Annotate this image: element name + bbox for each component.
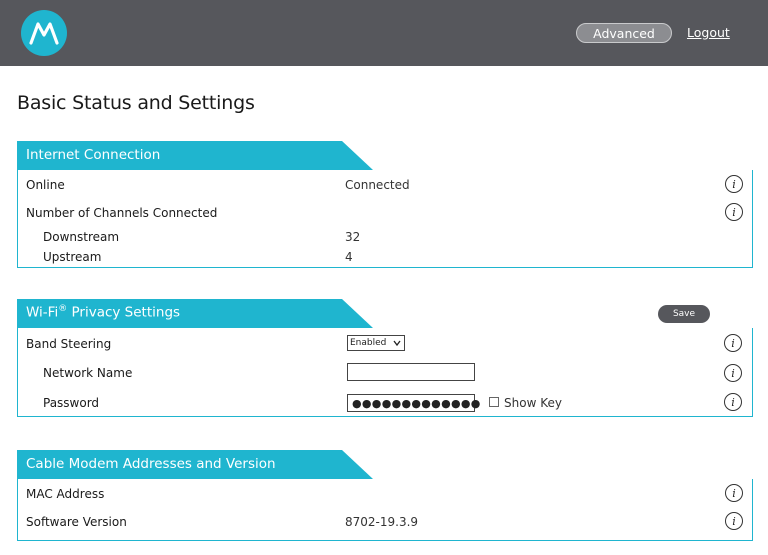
info-icon[interactable]: i [724,364,742,382]
show-key-label: Show Key [504,396,562,410]
password-input[interactable]: ●●●●●●●●●●●●● [347,394,480,412]
band-steering-select[interactable]: Enabled [347,335,405,351]
channels-label: Number of Channels Connected [26,206,218,220]
software-version-value: 8702-19.3.9 [345,515,419,529]
info-icon[interactable]: i [725,203,743,221]
downstream-value: 32 [345,230,361,244]
logout-link[interactable]: Logout [687,25,730,40]
cable-modem-panel [17,479,753,541]
network-name-label: Network Name [43,366,133,380]
online-value: Connected [345,178,410,192]
upstream-label: Upstream [43,250,102,264]
band-steering-label: Band Steering [26,337,112,351]
upstream-value: 4 [345,250,353,264]
save-button[interactable]: Save [658,305,710,323]
info-icon[interactable]: i [725,484,743,502]
page-title: Basic Status and Settings [17,92,255,114]
network-name-input[interactable] [347,363,475,381]
advanced-button[interactable]: Advanced [576,23,672,43]
section-title-wifi: Wi-Fi® Privacy Settings [26,304,181,321]
info-icon[interactable]: i [724,393,742,411]
info-icon[interactable]: i [725,512,743,530]
software-version-label: Software Version [26,515,127,529]
info-icon[interactable]: i [724,334,742,352]
motorola-logo-icon [21,10,67,56]
band-steering-value: Enabled [350,338,387,348]
show-key-checkbox[interactable] [489,397,499,407]
mac-address-label: MAC Address [26,487,105,501]
chevron-down-icon [393,340,401,347]
downstream-label: Downstream [43,230,120,244]
section-title-cable: Cable Modem Addresses and Version [26,456,276,472]
section-title-internet: Internet Connection [26,147,161,163]
info-icon[interactable]: i [725,175,743,193]
top-bar: Advanced Logout [0,0,768,66]
password-label: Password [43,396,100,410]
online-label: Online [26,178,65,192]
